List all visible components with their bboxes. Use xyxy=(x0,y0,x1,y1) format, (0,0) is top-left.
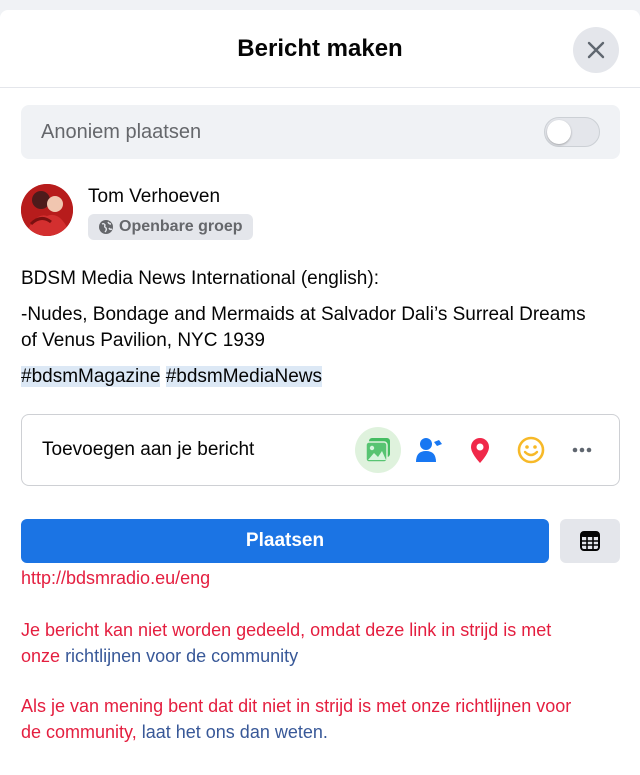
privacy-selector[interactable]: Openbare groep xyxy=(88,214,253,240)
feeling-smiley-icon xyxy=(517,436,545,464)
location-button[interactable] xyxy=(457,427,503,473)
close-icon xyxy=(587,41,605,59)
appeal-text: Als je van mening bent dat dit niet in s… xyxy=(21,696,572,716)
let-us-know-link[interactable]: laat het ons dan weten xyxy=(142,722,323,742)
community-guidelines-link[interactable]: richtlijnen voor de community xyxy=(65,646,298,666)
more-options-button[interactable] xyxy=(559,427,605,473)
more-icon xyxy=(572,447,592,453)
post-button[interactable]: Plaatsen xyxy=(21,519,549,563)
error-text: Je bericht kan niet worden gedeeld, omda… xyxy=(21,620,552,640)
post-line: -Nudes, Bondage and Mermaids at Salvador… xyxy=(21,304,586,325)
error-message: Je bericht kan niet worden gedeeld, omda… xyxy=(21,617,621,669)
author-name: Tom Verhoeven xyxy=(88,186,221,207)
anonymous-toggle[interactable] xyxy=(544,117,600,147)
tag-people-icon xyxy=(416,438,442,462)
hashtag[interactable]: #bdsmMagazine xyxy=(21,366,161,387)
author-row: Tom Verhoeven Openbare groep xyxy=(21,184,253,240)
feeling-button[interactable] xyxy=(508,427,554,473)
blocked-link: http://bdsmradio.eu/eng xyxy=(21,568,211,588)
add-to-post-label: Toevoegen aan je bericht xyxy=(42,439,255,460)
photo-video-icon xyxy=(365,438,390,463)
avatar xyxy=(21,184,73,236)
post-line: BDSM Media News International (english): xyxy=(21,268,379,289)
post-text-area[interactable]: BDSM Media News International (english):… xyxy=(21,266,611,400)
location-pin-icon xyxy=(471,438,489,463)
dialog-title: Bericht maken xyxy=(237,34,403,62)
close-button[interactable] xyxy=(573,27,619,73)
blocked-link-text: http://bdsmradio.eu/eng xyxy=(21,565,210,591)
privacy-label: Openbare groep xyxy=(119,218,243,235)
tag-people-button[interactable] xyxy=(406,427,452,473)
globe-icon xyxy=(99,220,113,234)
add-to-post-box: Toevoegen aan je bericht xyxy=(21,414,620,486)
appeal-period: . xyxy=(322,722,328,742)
photo-video-button[interactable] xyxy=(355,427,401,473)
schedule-button[interactable] xyxy=(560,519,620,563)
anonymous-post-label: Anoniem plaatsen xyxy=(41,120,202,143)
anonymous-post-row: Anoniem plaatsen xyxy=(21,105,620,159)
hashtag[interactable]: #bdsmMediaNews xyxy=(165,366,322,387)
toggle-knob xyxy=(547,120,571,144)
error-text: onze xyxy=(21,646,61,666)
post-line: of Venus Pavilion, NYC 1939 xyxy=(21,330,265,351)
appeal-message: Als je van mening bent dat dit niet in s… xyxy=(21,693,631,745)
appeal-text: de community, xyxy=(21,722,137,742)
calendar-icon xyxy=(580,531,600,551)
dialog-header: Bericht maken xyxy=(0,10,640,88)
